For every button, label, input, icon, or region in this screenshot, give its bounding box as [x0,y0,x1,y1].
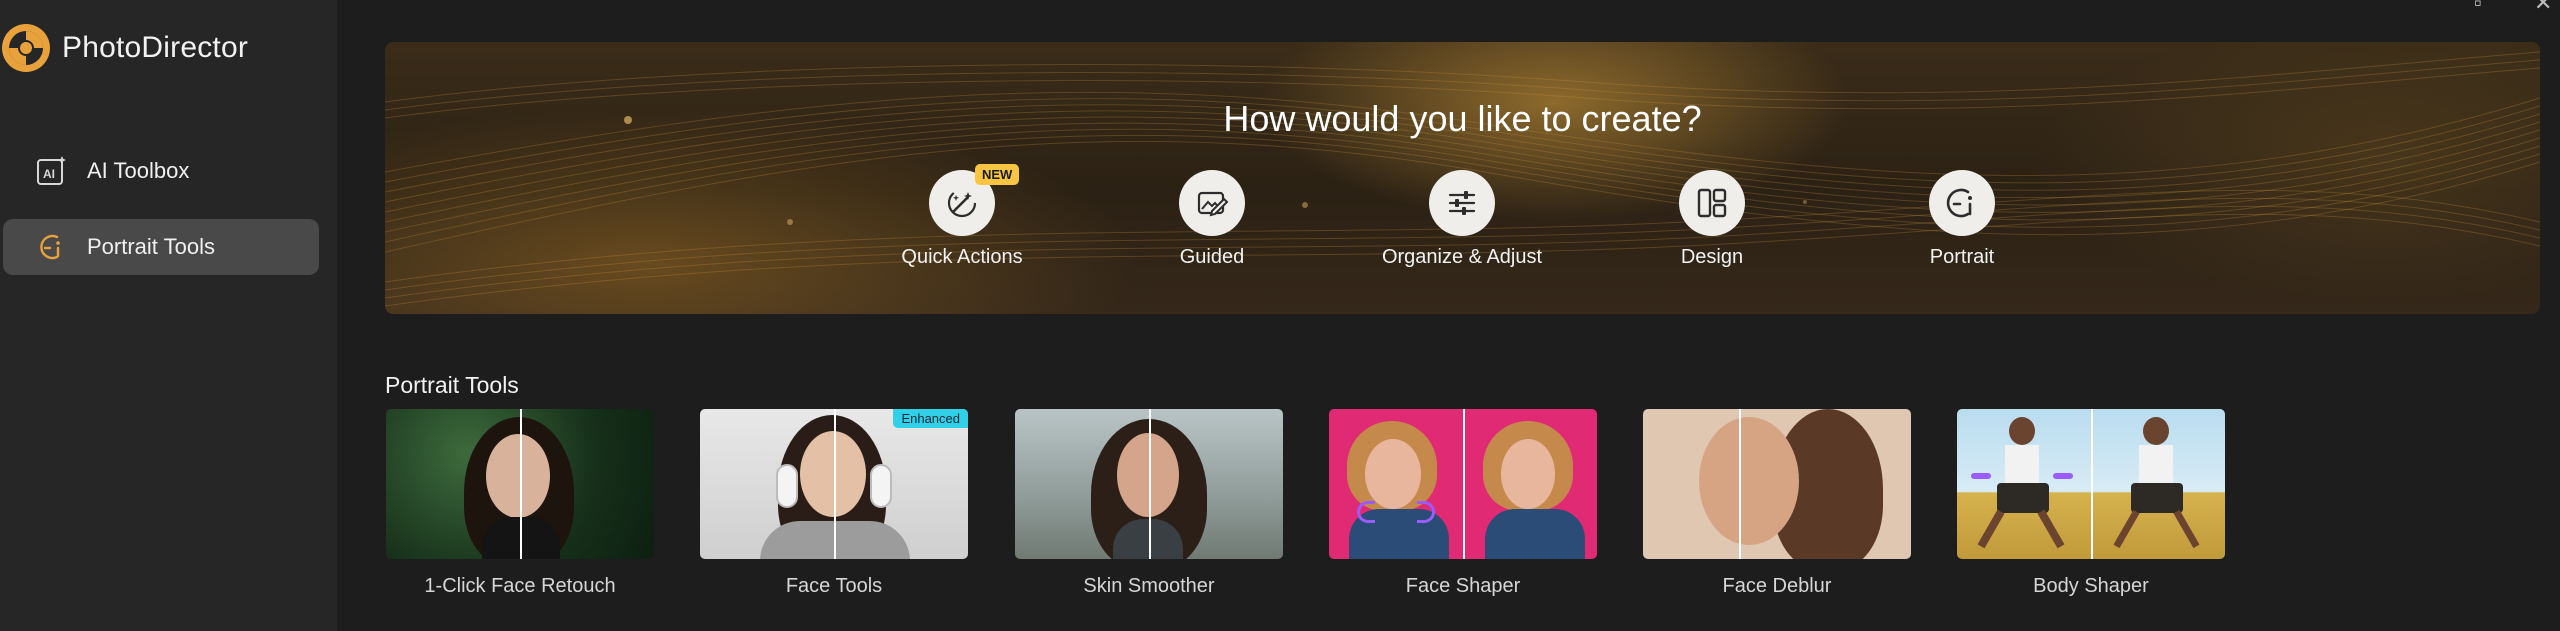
sidebar-item-label: Portrait Tools [87,234,215,259]
tool-label: Face Deblur [1722,575,1832,597]
organize-adjust-button[interactable]: Organize & Adjust [1352,170,1572,269]
app-name: PhotoDirector [62,31,249,64]
ai-toolbox-icon: AI [33,153,69,189]
action-label: Organize & Adjust [1381,246,1543,268]
portrait-icon [1929,170,1995,236]
create-banner: How would you like to create? NEW Quick … [385,42,2540,314]
tool-thumbnail [1957,409,2225,559]
sliders-icon [1429,170,1495,236]
tool-label: Face Shaper [1405,575,1521,597]
restore-icon[interactable]: ▫ [2474,0,2482,16]
design-button[interactable]: Design [1602,170,1822,269]
svg-text:AI: AI [43,167,55,181]
new-badge: NEW [975,164,1020,185]
tool-card-skin-smoother[interactable]: Skin Smoother [1015,409,1283,598]
tool-card-face-tools[interactable]: Enhanced Face Tools [700,409,968,598]
action-label: Guided [1179,246,1245,268]
layout-icon [1679,170,1745,236]
portrait-icon [33,229,69,265]
magic-wand-icon: NEW [929,164,1020,236]
sidebar: PhotoDirector AI AI Toolbox Portrait Too… [0,0,337,631]
tool-card-body-shaper[interactable]: Body Shaper [1957,409,2225,598]
tool-label: 1-Click Face Retouch [424,575,616,597]
portrait-button[interactable]: Portrait [1852,170,2072,269]
enhanced-badge: Enhanced [893,409,968,428]
tool-card-face-retouch[interactable]: 1-Click Face Retouch [386,409,654,598]
tool-thumbnail: Enhanced [700,409,968,559]
app-window: PhotoDirector AI AI Toolbox Portrait Too… [0,0,2560,631]
close-icon[interactable]: ✕ [2534,0,2552,16]
action-label: Quick Actions [901,246,1023,268]
tool-thumbnail [1015,409,1283,559]
guided-button[interactable]: Guided [1102,170,1322,269]
sidebar-item-ai-toolbox[interactable]: AI AI Toolbox [3,143,319,199]
sidebar-item-portrait-tools[interactable]: Portrait Tools [3,219,319,275]
tool-thumbnail [1329,409,1597,559]
tool-label: Face Tools [785,575,883,597]
section-title: Portrait Tools [385,372,519,398]
brand: PhotoDirector [0,18,248,78]
tool-thumbnail [386,409,654,559]
tool-card-face-shaper[interactable]: Face Shaper [1329,409,1597,598]
tool-thumbnail [1643,409,1911,559]
action-label: Portrait [1929,246,1995,268]
quick-actions-button[interactable]: NEW Quick Actions [852,164,1072,269]
photodirector-logo-icon [2,24,50,72]
guided-edit-icon [1179,170,1245,236]
sidebar-item-label: AI Toolbox [87,158,190,183]
banner-title: How would you like to create? [1223,98,1702,139]
tool-label: Skin Smoother [1083,575,1215,597]
tool-label: Body Shaper [2033,575,2149,597]
tool-card-face-deblur[interactable]: Face Deblur [1643,409,1911,598]
action-label: Design [1680,246,1744,268]
